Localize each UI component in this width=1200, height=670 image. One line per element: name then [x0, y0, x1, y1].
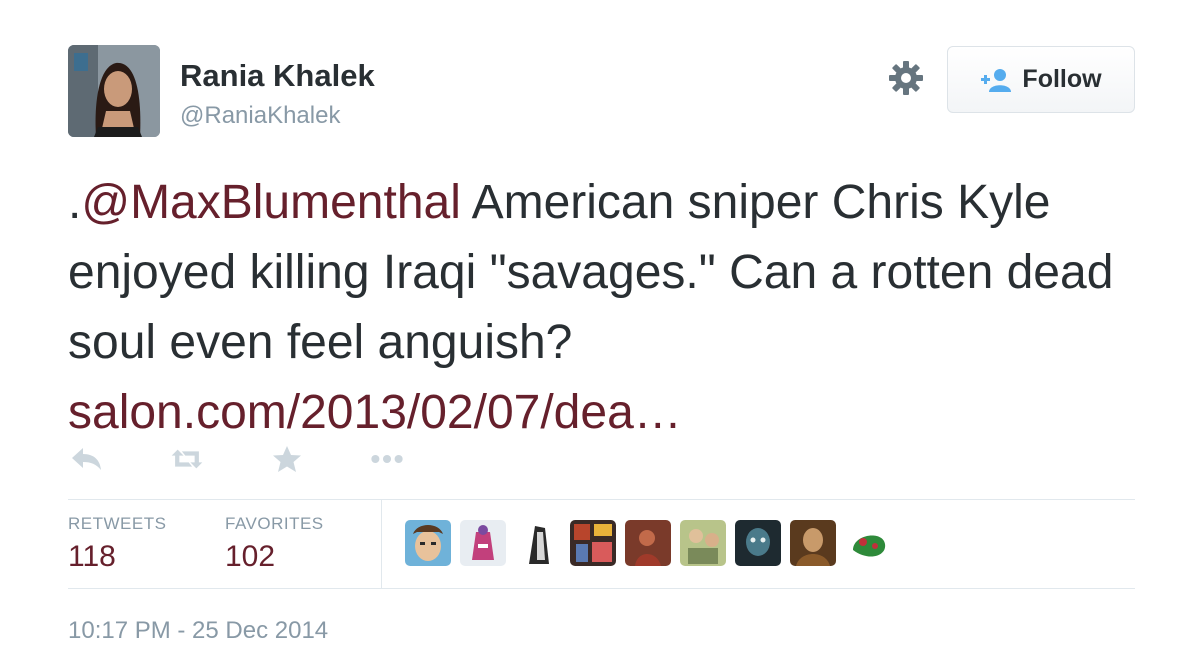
- favoriter-avatars: [405, 520, 891, 566]
- retweets-label: RETWEETS: [68, 514, 167, 533]
- favorite-icon[interactable]: [270, 442, 304, 476]
- favoriter-avatar[interactable]: [460, 520, 506, 566]
- screen-name[interactable]: @RaniaKhalek: [180, 102, 340, 130]
- favoriter-avatar[interactable]: [515, 520, 561, 566]
- url-link[interactable]: salon.com/2013/02/07/dea…: [68, 386, 682, 439]
- favoriter-avatar[interactable]: [680, 520, 726, 566]
- favoriter-avatar[interactable]: [625, 520, 671, 566]
- favorites-label: FAVORITES: [225, 514, 324, 533]
- stats-vertical-divider: [381, 500, 382, 588]
- follow-label: Follow: [1022, 65, 1102, 93]
- reply-icon[interactable]: [70, 442, 104, 476]
- favoriter-avatar[interactable]: [790, 520, 836, 566]
- mention-link[interactable]: @MaxBlumenthal: [81, 176, 461, 229]
- tweet-timestamp[interactable]: 10:17 PM - 25 Dec 2014: [68, 617, 328, 645]
- favoriter-avatar[interactable]: [570, 520, 616, 566]
- add-user-icon: [981, 68, 1012, 92]
- favoriter-avatar[interactable]: [405, 520, 451, 566]
- avatar[interactable]: [68, 45, 160, 137]
- favoriter-avatar[interactable]: [735, 520, 781, 566]
- stats-bottom-divider: [68, 588, 1135, 589]
- tweet-text: .@MaxBlumenthal American sniper Chris Ky…: [68, 168, 1148, 448]
- retweets-count[interactable]: 118: [68, 540, 116, 574]
- tweet-prefix: .: [68, 176, 82, 229]
- favoriter-avatar[interactable]: [845, 520, 891, 566]
- gear-icon[interactable]: [886, 58, 926, 98]
- more-icon[interactable]: [370, 442, 404, 476]
- avatar-image: [68, 45, 160, 137]
- follow-button[interactable]: Follow: [947, 46, 1135, 113]
- retweet-icon[interactable]: [170, 442, 204, 476]
- tweet-actions: [70, 442, 404, 476]
- stats-top-divider: [68, 499, 1135, 500]
- display-name[interactable]: Rania Khalek: [180, 58, 375, 94]
- favorites-count[interactable]: 102: [225, 540, 275, 574]
